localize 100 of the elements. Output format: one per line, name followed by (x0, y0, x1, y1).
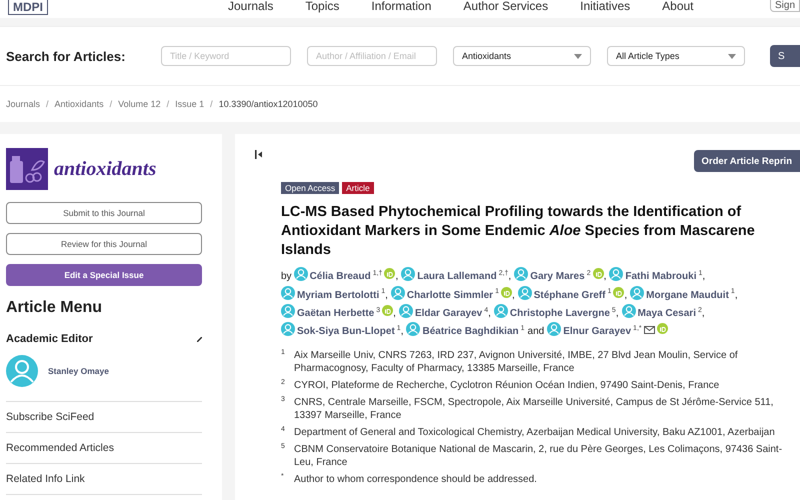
affiliation-mark: 1 (495, 288, 499, 296)
orcid-icon[interactable] (592, 268, 604, 280)
article-tag: Article (342, 182, 374, 194)
separator-text: , (508, 271, 512, 282)
affiliation-mark: 1 (698, 270, 702, 277)
breadcrumb-link[interactable]: 10.3390/antiox12010050 (218, 99, 318, 109)
affiliation-mark: 1 (396, 324, 401, 332)
affiliation-text: CNRS, Centrale Marseille, FSCM, Spectropole, Aix Marseille Université, Campus de St Jérôme-Service 511, 13397 Marseille, France (294, 396, 774, 422)
affiliation-number: * (281, 473, 285, 482)
sign-in-button[interactable]: Sign (770, 0, 800, 12)
author-link[interactable]: Fathi Mabrouki (625, 271, 696, 282)
collapse-sidebar-icon[interactable] (255, 150, 263, 159)
separator-text: , (734, 290, 738, 301)
menu-item[interactable]: Related Info Link (6, 464, 202, 495)
nav-link[interactable]: Information (371, 0, 432, 12)
affiliation-mark: 1,* (633, 324, 642, 332)
author-link[interactable]: Maya Cesari (638, 308, 696, 319)
person-icon (630, 286, 644, 300)
person-icon (406, 322, 420, 336)
menu-item[interactable]: Subscribe SciFeed (6, 402, 202, 433)
envelope-icon[interactable] (644, 326, 655, 334)
author-link[interactable]: Sok-Siya Bun-Llopet (297, 326, 395, 338)
affiliation-text: CBNM Conservatoire Botanique National de Mascarin, 2, rue du Père Georges, Les Colimaçons, 97436 Saint-Leu, France (294, 443, 784, 470)
separator-text: , (624, 290, 628, 301)
dropdown[interactable]: All Article Types (607, 46, 745, 66)
journal-button[interactable]: Review for this Journal (6, 233, 202, 255)
breadcrumb-link[interactable]: Journals (6, 99, 40, 109)
separator-text: , (385, 290, 388, 301)
author-link[interactable]: Stéphane Greff (534, 290, 606, 301)
logo-text[interactable]: MDPI (8, 0, 48, 15)
affiliation-text: CYROI, Plateforme de Recherche, Cyclotron Réunion Océan Indien, 97490 Saint-Denis, France (294, 379, 720, 392)
affiliation-number: 5 (281, 443, 286, 452)
breadcrumb-separator: / (210, 99, 213, 109)
affiliation-mark: 2 (586, 270, 591, 277)
separator-text: , (488, 308, 491, 319)
person-icon (294, 267, 308, 282)
separator-text: , (616, 308, 619, 319)
separator-text: and (528, 326, 544, 338)
affiliation-mark: 1 (381, 288, 386, 296)
person-icon (398, 304, 413, 318)
avatar-icon (6, 355, 38, 387)
separator-text: , (393, 308, 396, 319)
affiliation-mark: 5 (612, 306, 616, 314)
menu-item[interactable]: Recommended Articles (6, 433, 202, 464)
by-text: by (281, 271, 292, 282)
breadcrumb-link[interactable]: Antioxidants (54, 99, 104, 109)
orcid-icon[interactable] (382, 304, 394, 316)
breadcrumb-separator: / (166, 99, 170, 109)
affiliation-number: 4 (281, 426, 286, 436)
author-link[interactable]: Gaëtan Herbette (297, 308, 374, 319)
person-icon (281, 286, 295, 300)
author-link[interactable]: Myriam Bertolotti (297, 290, 380, 301)
person-icon (518, 286, 532, 300)
journal-button[interactable]: Edit a Special Issue (6, 264, 202, 286)
person-icon (609, 267, 624, 282)
author-link[interactable]: Morgane Mauduit (646, 290, 729, 301)
caret-icon (574, 54, 582, 58)
journal-logo-icon (6, 148, 48, 190)
orcid-icon[interactable] (500, 286, 512, 298)
breadcrumb-link[interactable]: Issue 1 (175, 99, 204, 109)
search-button[interactable]: S (770, 45, 800, 67)
orcid-icon[interactable] (384, 268, 396, 280)
editor-link[interactable]: Stanley Omaye (48, 366, 109, 376)
person-icon (390, 286, 405, 300)
affiliation-number: 3 (281, 396, 286, 406)
affiliation-text: Department of General and Toxicological Chemistry, Azerbaijan Medical University, Baku AZ1001, Azerbaijan (294, 426, 775, 440)
search-field[interactable]: Title / Keyword (161, 46, 291, 66)
separator-text: , (604, 271, 606, 282)
author-link[interactable]: Béatrice Baghdikian (422, 326, 519, 338)
nav-link[interactable]: About (662, 0, 694, 12)
affiliation-mark: 1,† (372, 270, 382, 277)
nav-link[interactable]: Author Services (463, 0, 548, 12)
journal-button[interactable]: Submit to this Journal (6, 202, 202, 224)
person-icon (514, 267, 528, 282)
affiliation-number: 1 (281, 349, 286, 358)
author-link[interactable]: Gary Mares (530, 271, 585, 282)
author-link[interactable]: Charlotte Simmler (406, 290, 494, 301)
nav-link[interactable]: Journals (228, 0, 274, 12)
person-icon (281, 304, 295, 318)
author-link[interactable]: Elnur Garayev (563, 326, 632, 338)
affiliation-number: 2 (281, 379, 286, 388)
search-label: Search for Articles: (6, 48, 126, 64)
separator-text: , (395, 271, 398, 282)
orcid-icon[interactable] (613, 286, 624, 298)
breadcrumb-separator: / (46, 99, 49, 109)
journal-name[interactable]: antioxidants (54, 158, 156, 180)
separator-text: , (702, 271, 706, 282)
author-link[interactable]: Laura Lallemand (417, 271, 497, 282)
person-icon (547, 322, 562, 336)
author-link[interactable]: Eldar Garayev (414, 308, 482, 319)
breadcrumb-separator: / (110, 99, 112, 109)
breadcrumb-link[interactable]: Volume 12 (118, 99, 161, 109)
nav-link[interactable]: Initiatives (580, 0, 630, 12)
author-link[interactable]: Célia Breaud (310, 271, 371, 282)
dropdown[interactable]: Antioxidants (453, 46, 591, 66)
nav-link[interactable]: Topics (305, 0, 340, 12)
author-link[interactable]: Christophe Lavergne (510, 308, 610, 319)
order-reprints-button[interactable]: Order Article Reprin (694, 150, 800, 172)
collapse-icon[interactable] (197, 336, 202, 342)
search-field[interactable]: Author / Affiliation / Email (307, 46, 437, 66)
